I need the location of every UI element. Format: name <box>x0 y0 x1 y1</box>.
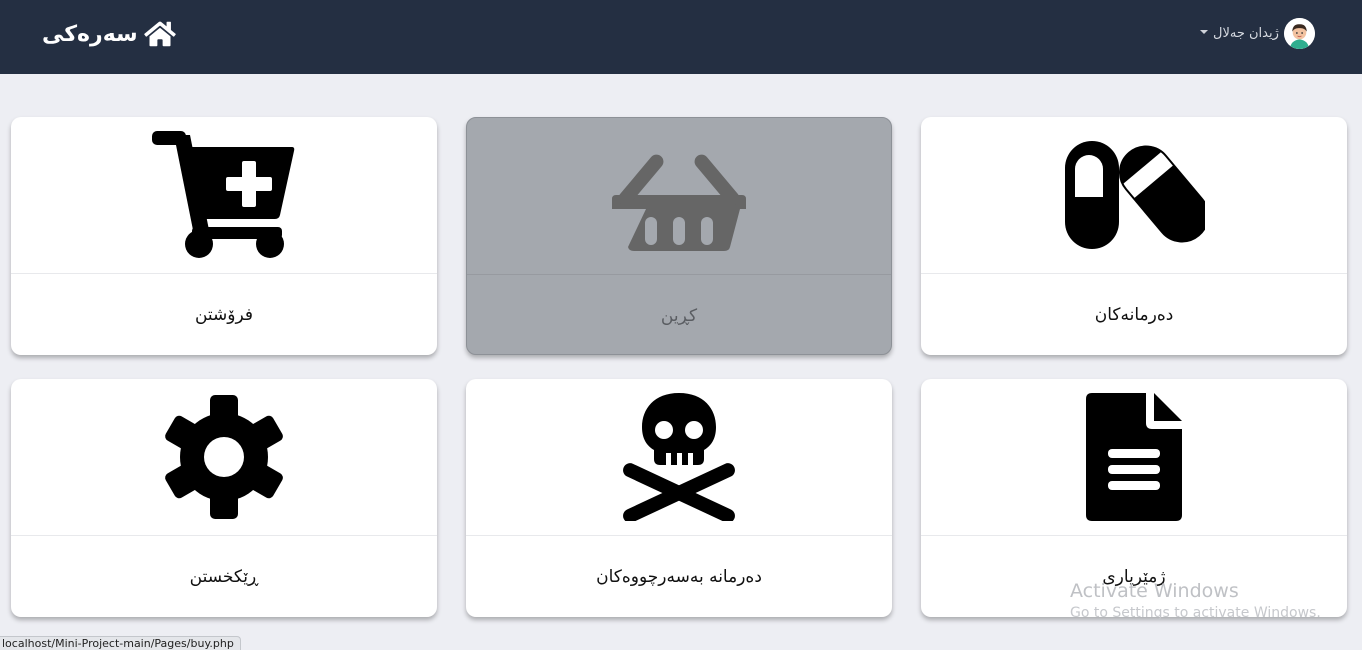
card-icon-area <box>11 379 437 536</box>
card-icon-area <box>11 117 437 274</box>
card-icon-area <box>466 379 892 536</box>
card-settings[interactable]: ڕێکخستن <box>11 379 437 617</box>
pills-icon <box>1065 141 1205 249</box>
user-menu-dropdown[interactable]: ژیدان جەلال <box>1200 17 1315 49</box>
caret-down-icon <box>1200 30 1208 34</box>
card-label: کڕین <box>660 305 698 326</box>
card-label: فرۆشتن <box>194 304 254 325</box>
card-expired-medicines[interactable]: دەرمانە بەسەرچووەکان <box>466 379 892 617</box>
card-label: دەرمانە بەسەرچووەکان <box>596 566 762 587</box>
skull-crossbones-icon <box>623 393 735 521</box>
gear-icon <box>165 395 283 519</box>
card-label: دەرمانەکان <box>1094 304 1174 325</box>
top-navbar: سەرەکی ژیدان جەلال <box>0 0 1362 74</box>
card-icon-area <box>921 379 1347 536</box>
card-medicines[interactable]: دەرمانەکان <box>921 117 1347 355</box>
avatar-icon <box>1283 17 1315 49</box>
card-label: ڕێکخستن <box>189 566 259 587</box>
activate-windows-subtitle: Go to Settings to activate Windows. <box>1070 605 1321 621</box>
card-buy[interactable]: کڕین <box>466 117 892 355</box>
card-icon-area <box>467 118 891 275</box>
home-link[interactable]: سەرەکی <box>42 16 176 52</box>
shopping-basket-icon <box>612 154 746 251</box>
card-sell[interactable]: فرۆشتن <box>11 117 437 355</box>
home-icon <box>143 21 176 47</box>
activate-windows-title: Activate Windows <box>1070 580 1239 602</box>
file-document-icon <box>1086 393 1182 521</box>
status-bar-url: localhost/Mini-Project-main/Pages/buy.ph… <box>0 636 241 650</box>
cart-plus-icon <box>152 131 295 258</box>
user-avatar <box>1283 17 1315 49</box>
home-link-label: سەرەکی <box>42 21 138 47</box>
card-icon-area <box>921 117 1347 274</box>
user-name: ژیدان جەلال <box>1213 25 1279 41</box>
